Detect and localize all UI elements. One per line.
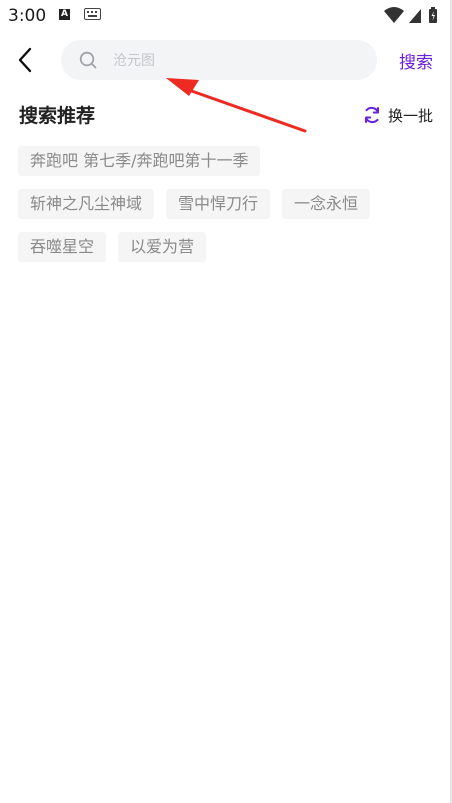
search-icon [79,51,97,69]
tag-row: 斩神之凡尘神域 雪中悍刀行 一念永恒 [18,189,438,219]
refresh-button[interactable]: 换一批 [362,104,433,126]
tag-item[interactable]: 斩神之凡尘神域 [18,189,155,219]
status-time: 3:00 [8,6,47,26]
tag-row: 奔跑吧 第七季/奔跑吧第十一季 [18,146,438,176]
refresh-label: 换一批 [387,106,433,125]
tag-row: 吞噬星空 以爱为营 [18,232,438,262]
tag-item[interactable]: 奔跑吧 第七季/奔跑吧第十一季 [18,146,261,176]
tag-item[interactable]: 以爱为营 [118,232,207,262]
section-title: 搜索推荐 [19,105,96,127]
back-button[interactable] [12,46,40,74]
keyboard-icon [84,8,101,20]
tag-item[interactable]: 雪中悍刀行 [166,189,271,219]
tag-item[interactable]: 吞噬星空 [18,232,107,262]
search-button[interactable]: 搜索 [399,48,433,73]
refresh-icon [364,106,379,124]
accessibility-app-icon: A [59,9,70,20]
signal-icon [409,9,421,23]
recommendation-tags: 奔跑吧 第七季/奔跑吧第十一季 斩神之凡尘神域 雪中悍刀行 一念永恒 吞噬星空 … [18,146,438,275]
tag-item[interactable]: 一念永恒 [282,189,371,219]
status-bar: 3:00 A [0,0,452,30]
search-box[interactable] [61,40,377,82]
status-icons [384,7,437,23]
search-input[interactable] [111,40,365,82]
chevron-left-icon [18,47,32,73]
wifi-icon [384,7,404,23]
